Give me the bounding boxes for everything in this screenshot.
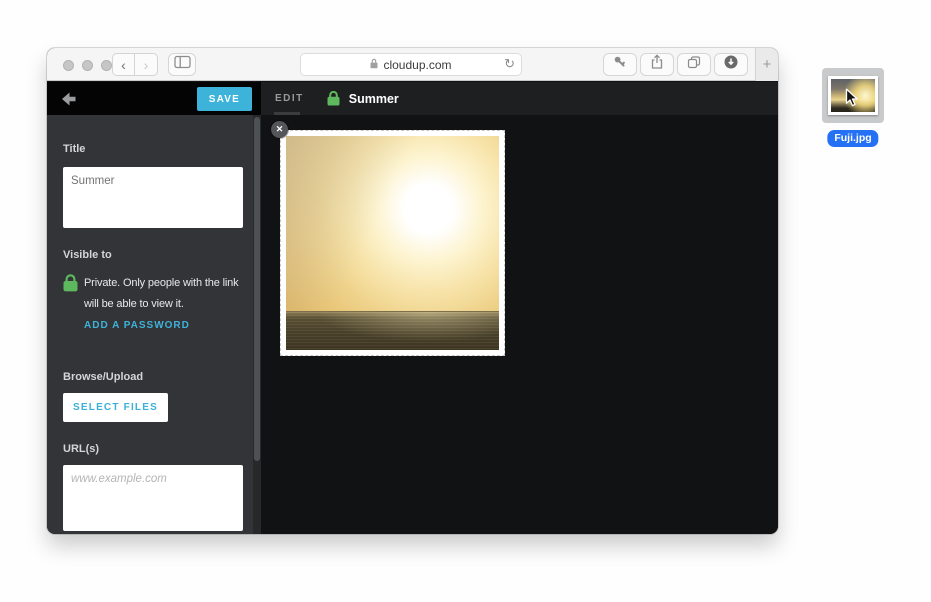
download-icon (723, 54, 739, 75)
tabs-icon (686, 54, 702, 75)
back-button[interactable]: ‹ (112, 53, 135, 76)
sidebar-scrollbar-track (253, 115, 261, 534)
stream-header: EDIT Summer (261, 82, 778, 115)
page-body: Title Summer Visible to Private. Only pe… (47, 115, 778, 534)
refresh-icon[interactable]: ↻ (504, 56, 515, 72)
desktop-file-name[interactable]: Fuji.jpg (827, 130, 878, 147)
sidebar-toggle-icon (174, 55, 191, 74)
desktop-file-fuji[interactable] (822, 68, 884, 123)
password-extension-button[interactable] (603, 53, 637, 76)
urls-label: URL(s) (63, 443, 99, 455)
stream-content: ✕ (261, 115, 778, 534)
tab-edit[interactable]: EDIT (275, 93, 304, 104)
media-item-card[interactable] (280, 130, 505, 356)
close-window-button[interactable] (63, 60, 74, 71)
privacy-lock-icon (63, 274, 78, 297)
sunset-image (286, 136, 499, 350)
save-button[interactable]: SAVE (197, 87, 252, 111)
key-icon (612, 54, 628, 75)
desktop-background: ‹ › cloudup.com ↻ (0, 0, 931, 602)
ocean-area (286, 311, 499, 350)
share-button[interactable] (640, 53, 674, 76)
browse-upload-label: Browse/Upload (63, 371, 143, 383)
app-header: SAVE EDIT Summer (47, 82, 778, 115)
urls-textarea[interactable] (63, 465, 243, 531)
tab-overview-button[interactable] (677, 53, 711, 76)
address-bar-url: cloudup.com (383, 58, 451, 72)
edit-sidebar: Title Summer Visible to Private. Only pe… (47, 115, 261, 534)
title-label: Title (63, 143, 85, 155)
zoom-window-button[interactable] (101, 60, 112, 71)
new-tab-button[interactable]: + (755, 48, 778, 81)
sidebar-header: SAVE (47, 82, 261, 115)
address-bar[interactable]: cloudup.com ↻ (300, 53, 522, 76)
private-lock-icon (327, 91, 340, 106)
select-files-button[interactable]: SELECT FILES (63, 393, 168, 422)
privacy-description: Private. Only people with the link will … (84, 273, 250, 315)
history-nav: ‹ › (112, 53, 158, 76)
minimize-window-button[interactable] (82, 60, 93, 71)
window-controls (63, 60, 112, 71)
https-lock-icon (370, 58, 378, 72)
share-icon (649, 54, 665, 75)
forward-button[interactable]: › (135, 53, 158, 76)
cloudup-page: SAVE EDIT Summer Title Summer Visible to (47, 82, 778, 534)
sidebar-toggle-button[interactable] (168, 53, 196, 76)
downloads-button[interactable] (714, 53, 748, 76)
sidebar-scrollbar-thumb[interactable] (254, 117, 260, 461)
visible-to-label: Visible to (63, 249, 112, 261)
remove-item-button[interactable]: ✕ (271, 121, 288, 138)
back-arrow-icon[interactable] (61, 92, 76, 111)
mouse-cursor-icon (845, 88, 859, 113)
browser-window: ‹ › cloudup.com ↻ (47, 48, 778, 534)
stream-title: Summer (349, 92, 399, 106)
add-password-link[interactable]: ADD A PASSWORD (84, 320, 190, 331)
browser-toolbar: ‹ › cloudup.com ↻ (47, 48, 778, 81)
title-textarea[interactable]: Summer (63, 167, 243, 228)
